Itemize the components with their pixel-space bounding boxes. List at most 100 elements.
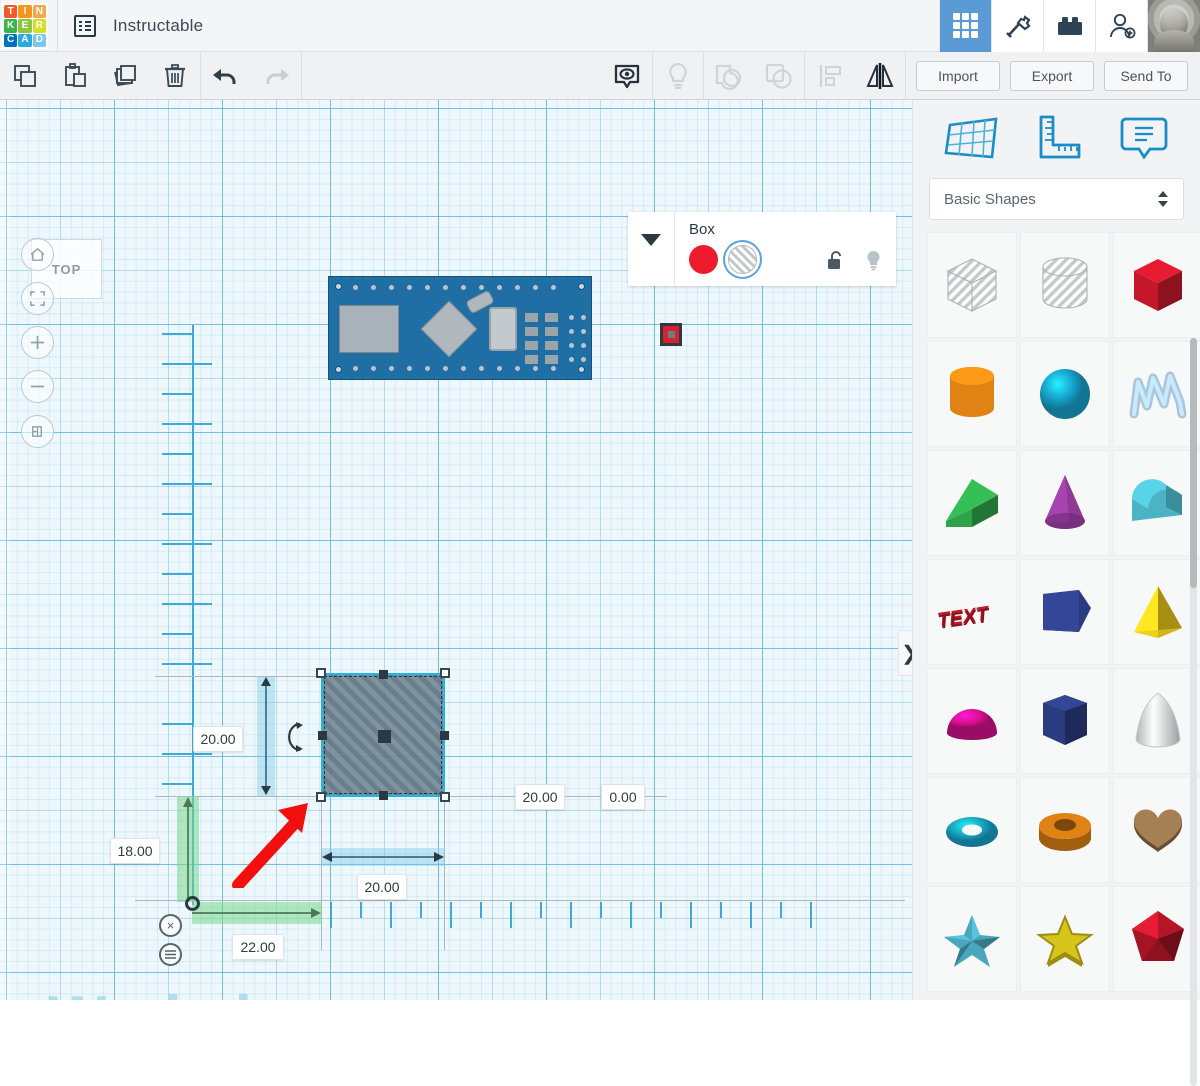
list-icon[interactable] — [74, 14, 96, 37]
duplicate-icon[interactable] — [100, 52, 150, 100]
design-canvas[interactable]: Workplane TOP — [0, 100, 912, 1000]
caret-down-icon[interactable] — [628, 212, 674, 286]
undo-icon[interactable] — [201, 52, 251, 100]
shape-scribble[interactable] — [1113, 341, 1200, 447]
workplane-origin-handle[interactable] — [185, 896, 200, 911]
resize-handle-edge[interactable] — [379, 670, 388, 679]
perspective-toggle-icon[interactable] — [21, 415, 54, 448]
delete-trash-icon[interactable] — [150, 52, 200, 100]
copy-icon[interactable] — [0, 52, 50, 100]
resize-handle-edge[interactable] — [318, 731, 327, 740]
paste-icon[interactable] — [50, 52, 100, 100]
shape-cylinder-hole[interactable] — [1020, 232, 1110, 338]
grid-view-icon[interactable] — [939, 0, 991, 52]
ruler-tick — [162, 603, 212, 605]
add-user-icon[interactable] — [1095, 0, 1147, 52]
shape-cone[interactable] — [1020, 450, 1110, 556]
tinkercad-logo[interactable]: TINKERCAD — [2, 3, 48, 49]
shape-star-3d[interactable] — [927, 886, 1017, 992]
red-arrow-annotation — [232, 800, 324, 888]
logo-tile: E — [18, 19, 32, 33]
reset-switch — [489, 307, 517, 351]
shapes-scrollbar[interactable] — [1190, 338, 1197, 1086]
resize-handle-corner[interactable] — [440, 792, 450, 802]
ruler-tick — [162, 333, 194, 335]
ruler-tick — [450, 902, 452, 928]
width-dimension-label[interactable]: 20.00 — [515, 784, 565, 810]
home-view-icon[interactable] — [21, 238, 54, 271]
height-dimension-arrow — [259, 676, 273, 796]
sort-caret-icon — [1158, 191, 1168, 207]
ruler-tick — [390, 902, 392, 928]
zoom-in-icon[interactable] — [21, 326, 54, 359]
logo-tile: R — [32, 19, 46, 33]
ruler-tick — [162, 543, 212, 545]
shape-heart[interactable] — [1113, 777, 1200, 883]
shape-roof[interactable] — [927, 450, 1017, 556]
toolbar-separator — [301, 51, 302, 100]
resize-handle-edge[interactable] — [440, 731, 449, 740]
shape-torus[interactable] — [927, 777, 1017, 883]
ruler-tick — [162, 753, 212, 755]
shape-box[interactable] — [1113, 232, 1200, 338]
workplane-menu-icon[interactable] — [159, 943, 182, 966]
ruler-tick — [690, 902, 692, 928]
solid-color-swatch[interactable] — [689, 245, 718, 274]
shape-pyramid[interactable] — [1113, 559, 1200, 665]
send-to-button[interactable]: Send To — [1104, 60, 1188, 91]
import-button[interactable]: Import — [916, 60, 1000, 91]
shape-polygon[interactable] — [1113, 886, 1200, 992]
guide-line-vert-right — [444, 800, 445, 950]
workplane-x-label[interactable]: 22.00 — [232, 934, 284, 960]
hole-swatch[interactable] — [728, 245, 757, 274]
z-height-label[interactable]: 0.00 — [601, 784, 645, 810]
resize-handle-corner[interactable] — [316, 668, 326, 678]
notes-icon[interactable] — [1118, 113, 1170, 165]
workplane-close-button[interactable]: × — [159, 914, 182, 937]
zoom-out-icon[interactable] — [21, 370, 54, 403]
resize-handle-corner[interactable] — [440, 668, 450, 678]
ruler-tick — [162, 483, 212, 485]
workplane-icon[interactable] — [944, 113, 1000, 165]
workplane-y-label[interactable]: 18.00 — [110, 838, 160, 864]
shape-category-select[interactable]: Basic Shapes — [929, 178, 1184, 220]
resize-handle-edge[interactable] — [379, 791, 388, 800]
show-hide-eye-icon[interactable] — [602, 52, 652, 100]
redo-icon — [251, 52, 301, 100]
bottom-width-label[interactable]: 20.00 — [357, 874, 407, 900]
shape-cylinder[interactable] — [927, 341, 1017, 447]
ruler-tick — [630, 902, 632, 928]
mirror-flip-icon[interactable] — [855, 52, 905, 100]
shape-box-hole[interactable] — [927, 232, 1017, 338]
bricks-icon[interactable] — [1043, 0, 1095, 52]
height-dimension-label[interactable]: 20.00 — [193, 726, 243, 752]
avatar[interactable] — [1147, 0, 1200, 52]
shape-tube[interactable] — [1020, 777, 1110, 883]
arduino-board[interactable] — [328, 276, 592, 380]
shape-sphere[interactable] — [1020, 341, 1110, 447]
shape-star[interactable] — [1020, 886, 1110, 992]
ruler-tick — [750, 902, 752, 928]
io-group: Import Export Send To — [906, 52, 1200, 100]
shape-text[interactable]: TEXT TEXT — [927, 559, 1017, 665]
view-group — [602, 51, 906, 100]
small-red-cube[interactable] — [660, 323, 682, 346]
rotate-handle-icon[interactable] — [286, 720, 310, 754]
unlock-icon[interactable] — [827, 251, 843, 270]
shape-half-sphere[interactable] — [927, 668, 1017, 774]
ruler-tick — [570, 902, 572, 928]
ruler-icon[interactable] — [1033, 113, 1085, 165]
ruler-tick — [162, 393, 194, 395]
group-icon — [704, 52, 754, 100]
export-button[interactable]: Export — [1010, 60, 1094, 91]
shape-round-roof[interactable] — [1113, 450, 1200, 556]
move-handle-center[interactable] — [378, 730, 391, 743]
chevron-right-icon[interactable]: ❯ — [898, 630, 912, 676]
shape-hexagon[interactable] — [1020, 668, 1110, 774]
logo-tile: T — [4, 5, 18, 19]
lightbulb-icon[interactable] — [865, 250, 882, 271]
codeblocks-hammer-icon[interactable] — [991, 0, 1043, 52]
fit-to-view-icon[interactable] — [21, 282, 54, 315]
shape-paraboloid[interactable] — [1113, 668, 1200, 774]
shape-extrusion[interactable] — [1020, 559, 1110, 665]
